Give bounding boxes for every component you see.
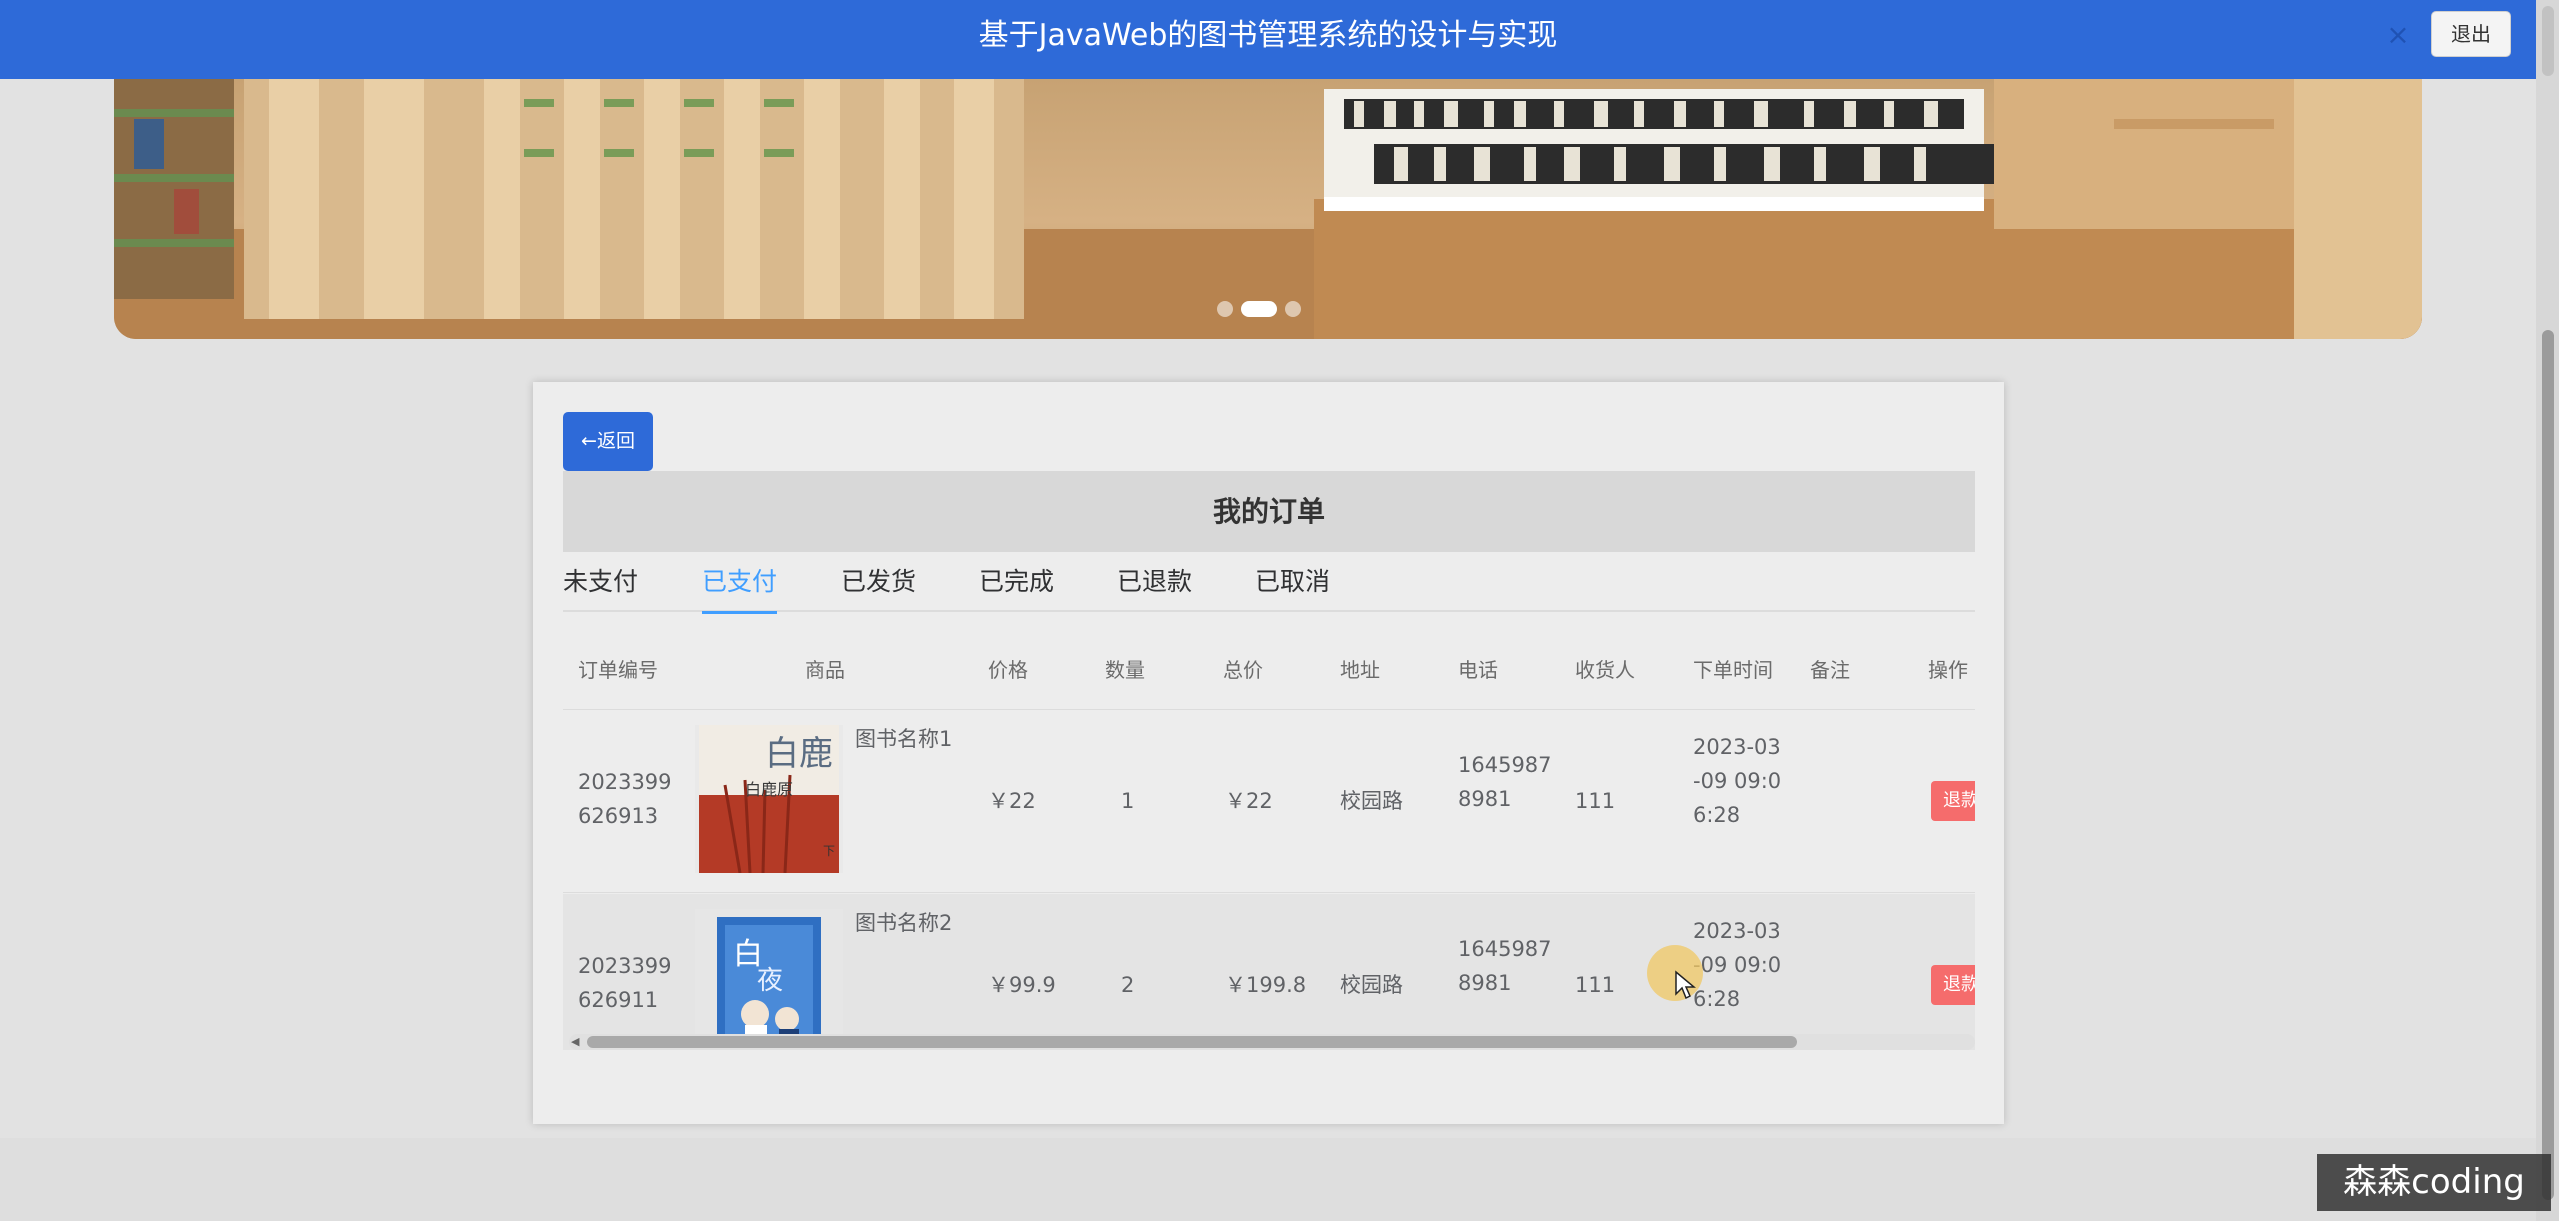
banner-carousel xyxy=(114,79,2422,339)
carousel-dot-active[interactable] xyxy=(1241,301,1277,317)
phone-line-2: 8981 xyxy=(1458,787,1512,811)
column-header-price: 价格 xyxy=(988,658,1028,682)
svg-text:下: 下 xyxy=(823,844,835,858)
column-header-order-no: 订单编号 xyxy=(578,658,658,682)
scrollbar-thumb[interactable] xyxy=(2542,330,2554,1200)
tab-cancelled[interactable]: 已取消 xyxy=(1255,552,1330,612)
order-number-line-1: 2023399 xyxy=(578,954,672,978)
order-time-line-1: 2023-03 xyxy=(1693,735,1781,759)
order-status-tabs: 未支付 已支付 已发货 已完成 已退款 已取消 xyxy=(563,552,1975,614)
carousel-dot[interactable] xyxy=(1217,301,1233,317)
column-header-receiver: 收货人 xyxy=(1575,658,1635,682)
svg-text:白鹿: 白鹿 xyxy=(765,734,833,774)
order-time: 2023-03 -09 09:0 6:28 xyxy=(1693,730,1781,832)
price: ￥99.9 xyxy=(988,973,1056,997)
table-row: 2023399 626913 白鹿 白鹿原 下 图书名称1 ￥22 1 ￥22 … xyxy=(563,710,1975,893)
column-header-product: 商品 xyxy=(805,658,845,682)
phone-line-1: 1645987 xyxy=(1458,753,1552,777)
refund-button[interactable]: 退款 xyxy=(1931,965,1975,1005)
refund-button[interactable]: 退款 xyxy=(1931,781,1975,821)
total-price: ￥199.8 xyxy=(1225,973,1307,997)
order-time: 2023-03 -09 09:0 6:28 xyxy=(1693,914,1781,1016)
order-card: ←返回 我的订单 未支付 已支付 已发货 已完成 已退款 已取消 订单编号 商品… xyxy=(533,382,2004,1124)
order-number: 2023399 626911 xyxy=(578,949,672,1017)
horizontal-scrollbar-thumb[interactable] xyxy=(587,1036,1797,1048)
app-title: 基于JavaWeb的图书管理系统的设计与实现 xyxy=(978,18,1558,53)
receiver: 111 xyxy=(1575,789,1616,813)
order-number-line-2: 626911 xyxy=(578,988,659,1012)
address: 校园路 xyxy=(1340,973,1403,997)
page-title: 我的订单 xyxy=(563,471,1975,552)
carousel-dot[interactable] xyxy=(1285,301,1301,317)
phone: 1645987 8981 xyxy=(1458,748,1552,816)
product-name: 图书名称2 xyxy=(855,911,953,935)
tab-completed[interactable]: 已完成 xyxy=(979,552,1054,612)
order-time-line-2: -09 09:0 xyxy=(1693,769,1782,793)
phone: 1645987 8981 xyxy=(1458,932,1552,1000)
column-header-quantity: 数量 xyxy=(1105,658,1145,682)
logout-button[interactable]: 退出 xyxy=(2431,11,2511,57)
receiver: 111 xyxy=(1575,973,1616,997)
price: ￥22 xyxy=(988,789,1036,813)
phone-line-2: 8981 xyxy=(1458,971,1512,995)
order-number-line-2: 626913 xyxy=(578,804,659,828)
column-header-order-time: 下单时间 xyxy=(1693,658,1773,682)
order-time-line-2: -09 09:0 xyxy=(1693,953,1782,977)
order-time-line-3: 6:28 xyxy=(1693,987,1741,1011)
tab-paid[interactable]: 已支付 xyxy=(702,552,778,614)
column-header-total: 总价 xyxy=(1223,658,1263,682)
book-cover-image[interactable]: 白 夜 xyxy=(695,909,843,1050)
library-banner-image xyxy=(114,79,2422,339)
table-horizontal-scrollbar[interactable]: ◀ xyxy=(569,1034,1975,1050)
svg-text:白鹿原: 白鹿原 xyxy=(745,780,793,799)
phone-line-1: 1645987 xyxy=(1458,937,1552,961)
page-footer xyxy=(0,1138,2536,1221)
column-header-action: 操作 xyxy=(1928,658,1968,682)
page-scrollbar[interactable] xyxy=(2536,0,2559,1221)
mouse-cursor-icon xyxy=(1675,970,1696,1000)
tab-unpaid[interactable]: 未支付 xyxy=(563,552,638,612)
column-header-phone: 电话 xyxy=(1458,658,1498,682)
order-number-line-1: 2023399 xyxy=(578,770,672,794)
back-button[interactable]: ←返回 xyxy=(563,412,653,471)
address: 校园路 xyxy=(1340,789,1403,813)
top-bar: 基于JavaWeb的图书管理系统的设计与实现 × 退出 xyxy=(0,0,2536,79)
order-number: 2023399 626913 xyxy=(578,765,672,833)
column-header-remark: 备注 xyxy=(1810,658,1850,682)
scrollbar-track-cap xyxy=(2542,6,2554,76)
book-cover-image[interactable]: 白鹿 白鹿原 下 xyxy=(695,725,843,873)
quantity: 2 xyxy=(1121,973,1135,997)
svg-text:夜: 夜 xyxy=(757,966,783,996)
quantity: 1 xyxy=(1121,789,1135,813)
column-header-address: 地址 xyxy=(1340,658,1380,682)
tab-refunded[interactable]: 已退款 xyxy=(1117,552,1192,612)
scroll-left-icon[interactable]: ◀ xyxy=(571,1035,579,1048)
table-header: 订单编号 商品 价格 数量 总价 地址 电话 收货人 下单时间 备注 操作 xyxy=(563,630,1975,710)
order-time-line-3: 6:28 xyxy=(1693,803,1741,827)
total-price: ￥22 xyxy=(1225,789,1273,813)
watermark-text: 森森coding xyxy=(2317,1154,2551,1211)
tab-shipped[interactable]: 已发货 xyxy=(841,552,916,612)
table-row: 2023399 626911 白 夜 图书名称2 ￥99.9 2 ￥199.8 … xyxy=(563,894,1975,1050)
product-name: 图书名称1 xyxy=(855,727,953,751)
order-time-line-1: 2023-03 xyxy=(1693,919,1781,943)
close-icon[interactable]: × xyxy=(2383,20,2413,50)
orders-table: 订单编号 商品 价格 数量 总价 地址 电话 收货人 下单时间 备注 操作 20… xyxy=(563,630,1975,1050)
